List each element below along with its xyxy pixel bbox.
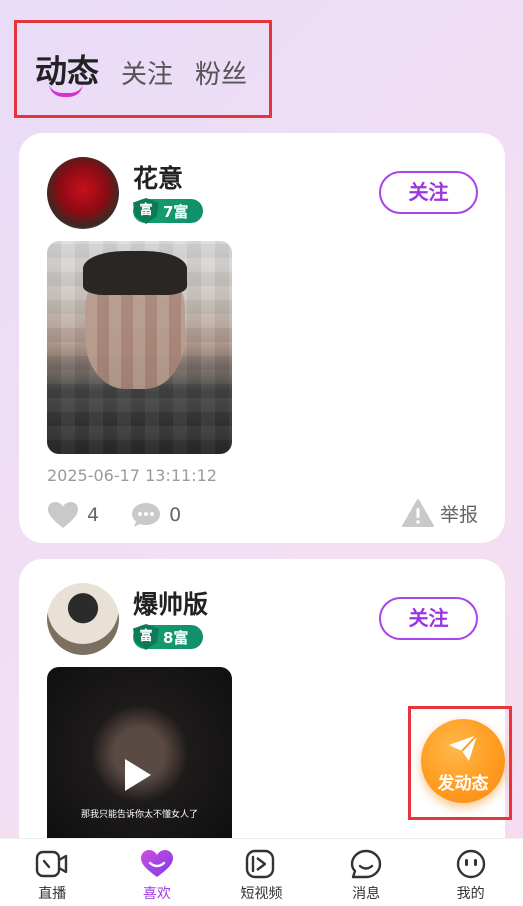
rich-level-text: 7富 [163, 202, 189, 221]
rich-level-badge: 富 7富 [133, 198, 203, 224]
nav-label-short-video: 短视频 [240, 886, 283, 902]
follow-button[interactable]: 关注 [379, 171, 478, 214]
video-subtitle: 那我只能告诉你太不懂女人了 [80, 810, 198, 820]
heart-icon [48, 502, 78, 528]
comment-count: 0 [169, 504, 182, 526]
heart-icon [140, 850, 173, 877]
nav-item-profile[interactable]: 我的 [418, 839, 523, 906]
rich-shield-icon: 富 [133, 624, 159, 650]
rich-shield-icon: 富 [133, 198, 159, 224]
tab-fans[interactable]: 粉丝 [195, 57, 247, 93]
comment-button[interactable]: 0 [131, 501, 181, 529]
bottom-nav: 直播 喜欢 短视频 消息 我的 [0, 838, 523, 906]
send-icon [449, 734, 478, 761]
like-button[interactable]: 4 [47, 501, 99, 529]
nav-label-messages: 消息 [352, 886, 381, 902]
nav-label-live: 直播 [38, 886, 67, 902]
photo-hair [83, 251, 187, 295]
nav-item-like[interactable]: 喜欢 [105, 839, 210, 906]
rich-level-badge: 富 8富 [133, 624, 203, 650]
nav-item-live[interactable]: 直播 [0, 839, 105, 906]
post-timestamp: 2025-06-17 13:11:12 [47, 466, 217, 485]
publish-moment-button[interactable]: 发动态 [421, 719, 505, 803]
post-username[interactable]: 花意 [133, 159, 183, 195]
post-username[interactable]: 爆帅版 [133, 585, 208, 621]
tab-fans-label: 粉丝 [195, 60, 248, 90]
tab-following-label: 关注 [121, 60, 174, 90]
post-card: 花意 富 7富 关注 2025-06-17 13:11:12 4 0 举报 [19, 133, 505, 543]
profile-icon [456, 849, 485, 879]
post-video[interactable]: 那我只能告诉你太不懂女人了 [47, 667, 232, 859]
tab-active-indicator [49, 83, 83, 97]
tab-following[interactable]: 关注 [121, 57, 173, 93]
nav-item-short-video[interactable]: 短视频 [209, 839, 314, 906]
like-count: 4 [87, 504, 100, 526]
follow-button[interactable]: 关注 [379, 597, 478, 640]
post-photo[interactable] [47, 241, 232, 454]
post-actions: 4 0 举报 [47, 499, 478, 531]
short-video-icon [246, 849, 275, 879]
publish-highlight: 发动态 [408, 706, 512, 820]
comment-icon [132, 503, 161, 527]
report-label: 举报 [439, 503, 478, 526]
nav-label-like: 喜欢 [142, 886, 171, 902]
avatar[interactable] [47, 157, 119, 229]
nav-item-messages[interactable]: 消息 [314, 839, 419, 906]
publish-label: 发动态 [437, 774, 489, 794]
live-icon [36, 850, 68, 878]
report-button[interactable]: 举报 [401, 499, 478, 527]
message-icon [350, 849, 382, 879]
nav-label-profile: 我的 [456, 886, 485, 902]
play-icon[interactable] [125, 759, 151, 791]
feed-tabs: 动态 关注 粉丝 [14, 20, 272, 118]
warning-icon [401, 499, 434, 527]
tab-moments[interactable]: 动态 [35, 53, 99, 97]
avatar[interactable] [47, 583, 119, 655]
rich-level-text: 8富 [163, 628, 189, 647]
